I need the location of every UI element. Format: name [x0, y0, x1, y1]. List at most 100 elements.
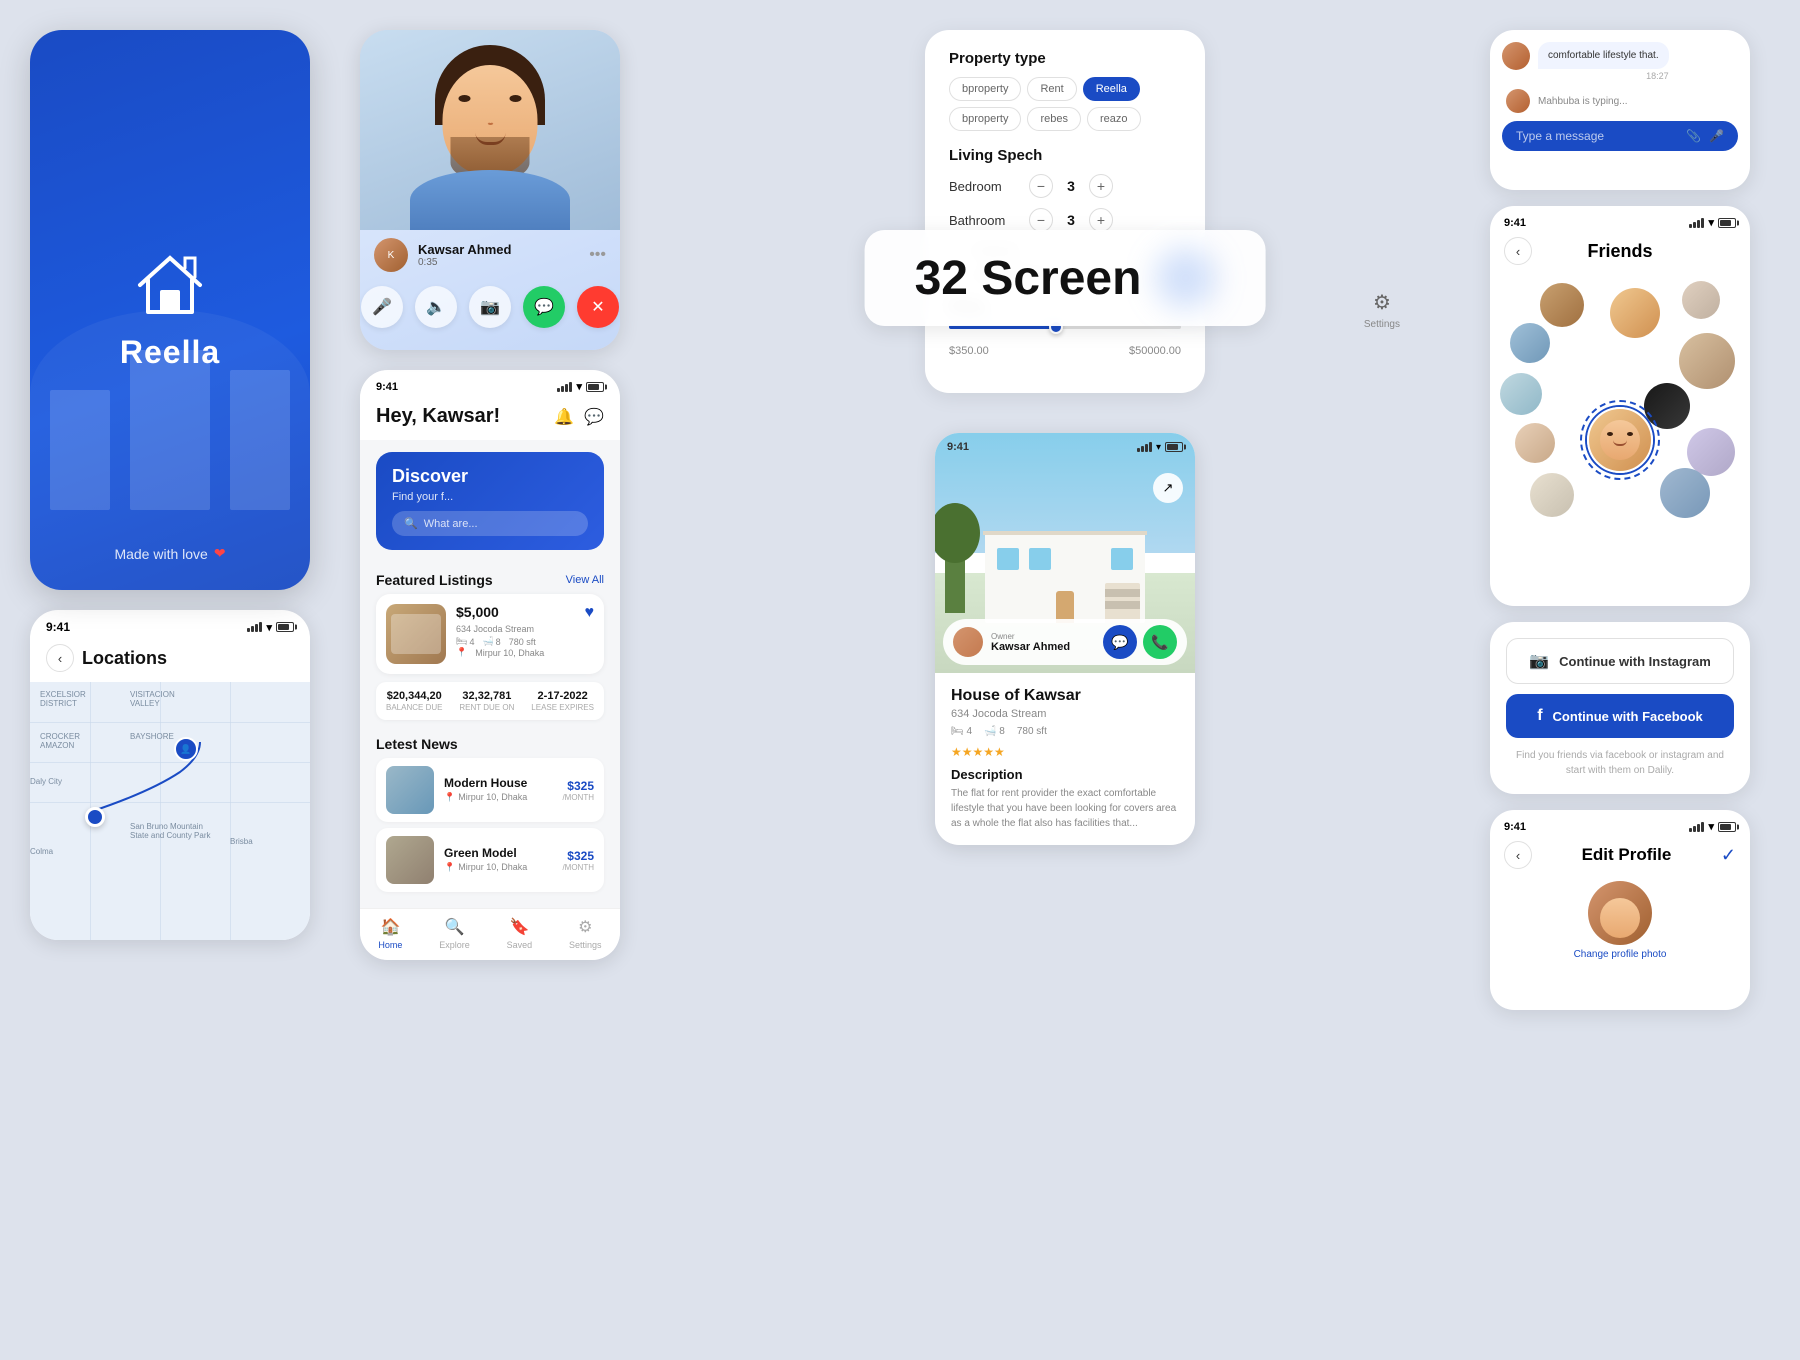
listing-card: $5,000 ♥ 634 Jocoda Stream 🛏 4 🛁 8 780 s… [376, 594, 604, 674]
friends-screen: 9:41 ▾ ‹ Friends [1490, 206, 1750, 606]
chat-input-actions: 📎 🎤 [1686, 129, 1724, 143]
friend-bubble-10[interactable] [1530, 473, 1574, 517]
view-all-button[interactable]: View All [566, 574, 604, 586]
chip-bproperty1[interactable]: bproperty [949, 77, 1021, 101]
battery-icon [586, 382, 604, 392]
mute-button[interactable]: 🎤 [361, 286, 403, 328]
chat-bubble-1: comfortable lifestyle that. [1538, 42, 1669, 69]
property-type-section: Property type bproperty Rent Reella bpro… [949, 50, 1181, 131]
window3 [1111, 548, 1133, 570]
search-bar[interactable]: 🔍 What are... [392, 511, 588, 536]
instagram-login-button[interactable]: 📷 Continue with Instagram [1506, 638, 1734, 684]
house-photo-area: 9:41 ▾ ↗ [935, 433, 1195, 673]
column-1: Reella Made with love ❤ 9:41 ▾ [30, 30, 330, 940]
notification-icon[interactable]: 🔔 [554, 407, 574, 427]
listing-location: 📍 Mirpur 10, Dhaka [456, 647, 594, 658]
news-thumb-1 [386, 766, 434, 814]
settings-label: Settings [1364, 319, 1400, 330]
call-owner-button[interactable]: 📞 [1143, 625, 1177, 659]
locations-title: Locations [82, 648, 167, 669]
chip-reella[interactable]: Reella [1083, 77, 1140, 101]
chip-rent[interactable]: Rent [1027, 77, 1076, 101]
hl-header: Hey, Kawsar! 🔔 💬 [360, 397, 620, 440]
reella-splash-screen: Reella Made with love ❤ [30, 30, 310, 590]
mic-icon[interactable]: 🎤 [1709, 129, 1724, 143]
ep-avatar [1588, 881, 1652, 945]
camera-button[interactable]: 📷 [469, 286, 511, 328]
friends-back-button[interactable]: ‹ [1504, 237, 1532, 265]
friend-bubble-3[interactable] [1682, 281, 1720, 319]
news-title-1: Modern House [444, 776, 527, 790]
bedroom-increment[interactable]: + [1089, 174, 1113, 198]
call-controls: 🎤 🔈 📷 💬 ✕ [361, 280, 619, 338]
friend-bubble-5[interactable] [1679, 333, 1735, 389]
ep-back-button[interactable]: ‹ [1504, 841, 1532, 869]
property-type-title: Property type [949, 50, 1181, 67]
chat-input-placeholder: Type a message [1516, 129, 1604, 143]
wifi-icon: ▾ [266, 621, 272, 634]
friend-bubble-1[interactable] [1540, 283, 1584, 327]
nav-explore[interactable]: 🔍 Explore [439, 917, 470, 950]
location-pin-icon: 📍 [444, 792, 455, 803]
explore-nav-icon: 🔍 [445, 917, 465, 937]
change-photo-button[interactable]: Change profile photo [1574, 949, 1667, 960]
speaker-button[interactable]: 🔈 [415, 286, 457, 328]
more-options-button[interactable]: ••• [589, 246, 606, 264]
sqft-meta: 780 sft [509, 637, 536, 647]
bathroom-increment[interactable]: + [1089, 208, 1113, 232]
map-pin-avatar: 👤 [174, 737, 198, 761]
message-owner-button[interactable]: 💬 [1103, 625, 1137, 659]
chip-reazo[interactable]: reazo [1087, 107, 1141, 131]
blur-decoration [1155, 248, 1215, 308]
friend-bubble-4[interactable] [1510, 323, 1550, 363]
attachment-icon[interactable]: 📎 [1686, 129, 1701, 143]
settings-gear-icon[interactable]: ⚙ [1373, 290, 1391, 315]
chip-bproperty2[interactable]: bproperty [949, 107, 1021, 131]
ep-header: ‹ Edit Profile ✓ [1490, 837, 1750, 881]
news-price-1: $325 /MONTH [562, 779, 594, 802]
greeting-text: Hey, Kawsar! [376, 405, 500, 428]
friends-header: ‹ Friends [1490, 233, 1750, 273]
nav-settings[interactable]: ⚙ Settings [569, 917, 602, 950]
owner-strip: Owner Kawsar Ahmed 💬 📞 [943, 619, 1187, 665]
facebook-icon: f [1537, 707, 1542, 725]
favorite-icon[interactable]: ♥ [585, 604, 595, 622]
typing-text: Mahbuba is typing... [1538, 96, 1628, 107]
listing-address: 634 Jocoda Stream [456, 624, 594, 634]
screenshot-container: Reella Made with love ❤ 9:41 ▾ [0, 0, 1800, 1360]
beds-icon: 🛏 4 [951, 726, 972, 737]
friend-bubble-11[interactable] [1660, 468, 1710, 518]
end-call-button[interactable]: ✕ [577, 286, 619, 328]
back-button[interactable]: ‹ [46, 644, 74, 672]
price-labels: $350.00 $50000.00 [949, 345, 1181, 357]
friend-bubble-2[interactable] [1610, 288, 1660, 338]
chat-button[interactable]: 💬 [523, 286, 565, 328]
social-login-description: Find you friends via facebook or instagr… [1506, 748, 1734, 778]
bedroom-decrement[interactable]: − [1029, 174, 1053, 198]
owner-avatar [953, 627, 983, 657]
bathroom-value: 3 [1063, 212, 1079, 228]
video-call-screen: K Kawsar Ahmed 0:35 ••• 🎤 🔈 📷 💬 ✕ [360, 30, 620, 350]
screen-count-banner: 32 Screen [865, 230, 1266, 326]
caller-duration: 0:35 [418, 257, 579, 268]
facebook-login-button[interactable]: f Continue with Facebook [1506, 694, 1734, 738]
chat-avatar-2 [1506, 89, 1530, 113]
bathroom-control: − 3 + [1029, 208, 1113, 232]
balance-due: $20,344,20 BALANCE DUE [386, 690, 442, 712]
ep-save-icon[interactable]: ✓ [1721, 845, 1736, 866]
message-icon[interactable]: 💬 [584, 407, 604, 427]
friend-bubble-6[interactable] [1500, 373, 1542, 415]
chat-input-bar[interactable]: Type a message 📎 🎤 [1502, 121, 1738, 151]
nav-saved[interactable]: 🔖 Saved [507, 917, 533, 950]
friend-bubble-8[interactable] [1515, 423, 1555, 463]
discover-card: Discover Find your f... 🔍 What are... [376, 452, 604, 550]
typing-indicator: Mahbuba is typing... [1502, 89, 1738, 113]
bathroom-decrement[interactable]: − [1029, 208, 1053, 232]
chip-rebes[interactable]: rebes [1027, 107, 1081, 131]
share-button[interactable]: ↗ [1153, 473, 1183, 503]
garage [1105, 583, 1140, 623]
house-address: 634 Jocoda Stream [951, 708, 1179, 720]
property-type-chips: bproperty Rent Reella bproperty rebes re… [949, 77, 1181, 131]
map-pin-start [85, 807, 105, 827]
nav-home[interactable]: 🏠 Home [378, 917, 402, 950]
